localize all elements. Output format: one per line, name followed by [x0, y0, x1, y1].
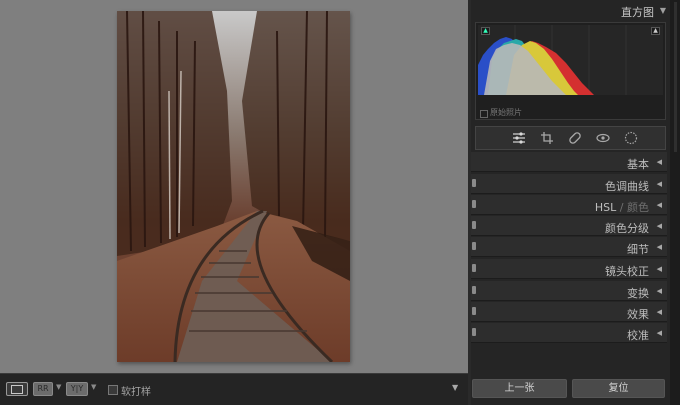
scrollbar-thumb[interactable]: [674, 2, 677, 152]
panel-toggle-switch[interactable]: [472, 179, 476, 187]
expand-triangle-icon: ◀: [656, 287, 662, 295]
section-label: 基本: [627, 158, 649, 171]
color-label[interactable]: 颜色: [627, 201, 649, 214]
compare-dropdown-icon[interactable]: ▼: [56, 383, 61, 391]
panel-toggle-switch[interactable]: [472, 200, 476, 208]
previous-button[interactable]: 上一张: [472, 379, 567, 398]
expand-triangle-icon: ◀: [656, 158, 662, 166]
loupe-view-icon: [11, 385, 23, 394]
before-after-dropdown-icon[interactable]: ▼: [91, 383, 96, 391]
panel-toggle-switch[interactable]: [472, 242, 476, 250]
expand-triangle-icon: ◀: [656, 329, 662, 337]
sliders-icon[interactable]: [512, 131, 526, 145]
expand-triangle-icon: ◀: [656, 243, 662, 251]
histogram-title: 直方图: [621, 6, 654, 19]
section-hsl-color[interactable]: HSL / 颜色 ◀: [471, 195, 667, 215]
section-tone-curve[interactable]: 色调曲线 ◀: [471, 174, 667, 194]
expand-triangle-icon: ◀: [656, 180, 662, 188]
panel-toggle-switch[interactable]: [472, 307, 476, 315]
panel-toggle-switch[interactable]: [472, 286, 476, 294]
reset-button[interactable]: 复位: [572, 379, 665, 398]
panel-toggle-switch[interactable]: [472, 328, 476, 336]
section-label: 色调曲线: [605, 180, 649, 193]
section-label: 变换: [627, 287, 649, 300]
section-detail[interactable]: 细节 ◀: [471, 237, 667, 257]
section-calibration[interactable]: 校准 ◀: [471, 323, 667, 343]
section-lens-correction[interactable]: 镜头校正 ◀: [471, 259, 667, 279]
section-label: HSL / 颜色: [594, 201, 649, 214]
original-photo-label: 原始照片: [490, 108, 522, 117]
railway-forest-photo: [117, 11, 350, 362]
masking-icon[interactable]: [624, 131, 638, 145]
section-basic[interactable]: 基本 ◀: [471, 152, 667, 172]
section-label: 颜色分级: [605, 222, 649, 235]
section-label: 细节: [627, 243, 649, 256]
histogram-graph: [478, 25, 663, 95]
toolbar-menu-icon[interactable]: ▼: [452, 383, 458, 392]
section-transform[interactable]: 变换 ◀: [471, 281, 667, 301]
soft-proof-checkbox[interactable]: [108, 385, 118, 395]
section-effects[interactable]: 效果 ◀: [471, 302, 667, 322]
redeye-icon[interactable]: [596, 131, 610, 145]
expand-triangle-icon: ◀: [656, 201, 662, 209]
loupe-view-button[interactable]: [6, 382, 28, 396]
panel-toggle-switch[interactable]: [472, 264, 476, 272]
image-canvas: [0, 0, 468, 373]
section-label: 校准: [627, 329, 649, 342]
hsl-label[interactable]: HSL: [595, 201, 616, 214]
section-label: 效果: [627, 308, 649, 321]
photo-preview[interactable]: [117, 11, 350, 362]
collapse-triangle-icon: ▼: [659, 6, 666, 15]
compare-view-button[interactable]: RR: [33, 382, 53, 396]
soft-proof-label: 软打样: [121, 387, 151, 398]
bottom-toolbar: RR ▼ Y|Y ▼ 软打样 ▼: [0, 373, 468, 405]
healing-icon[interactable]: [568, 131, 582, 145]
section-color-grading[interactable]: 颜色分级 ◀: [471, 216, 667, 236]
develop-right-panel: 直方图 ▼ ▲ ▲ 原始照片 基本 ◀ 色调曲线 ◀ HSL / 颜色 ◀ 颜色…: [471, 0, 670, 405]
panel-toggle-switch[interactable]: [472, 221, 476, 229]
expand-triangle-icon: ◀: [656, 265, 662, 273]
histogram-header[interactable]: 直方图 ▼: [471, 0, 670, 22]
section-label: 镜头校正: [605, 265, 649, 278]
highlight-clipping-icon[interactable]: ▲: [651, 27, 660, 35]
before-after-button[interactable]: Y|Y: [66, 382, 88, 396]
shadow-clipping-icon[interactable]: ▲: [481, 27, 490, 35]
expand-triangle-icon: ◀: [656, 222, 662, 230]
histogram[interactable]: ▲ ▲ 原始照片: [475, 22, 666, 120]
original-photo-checkbox[interactable]: [480, 110, 488, 118]
develop-tools-bar: [475, 126, 666, 150]
expand-triangle-icon: ◀: [656, 308, 662, 316]
crop-icon[interactable]: [540, 131, 554, 145]
